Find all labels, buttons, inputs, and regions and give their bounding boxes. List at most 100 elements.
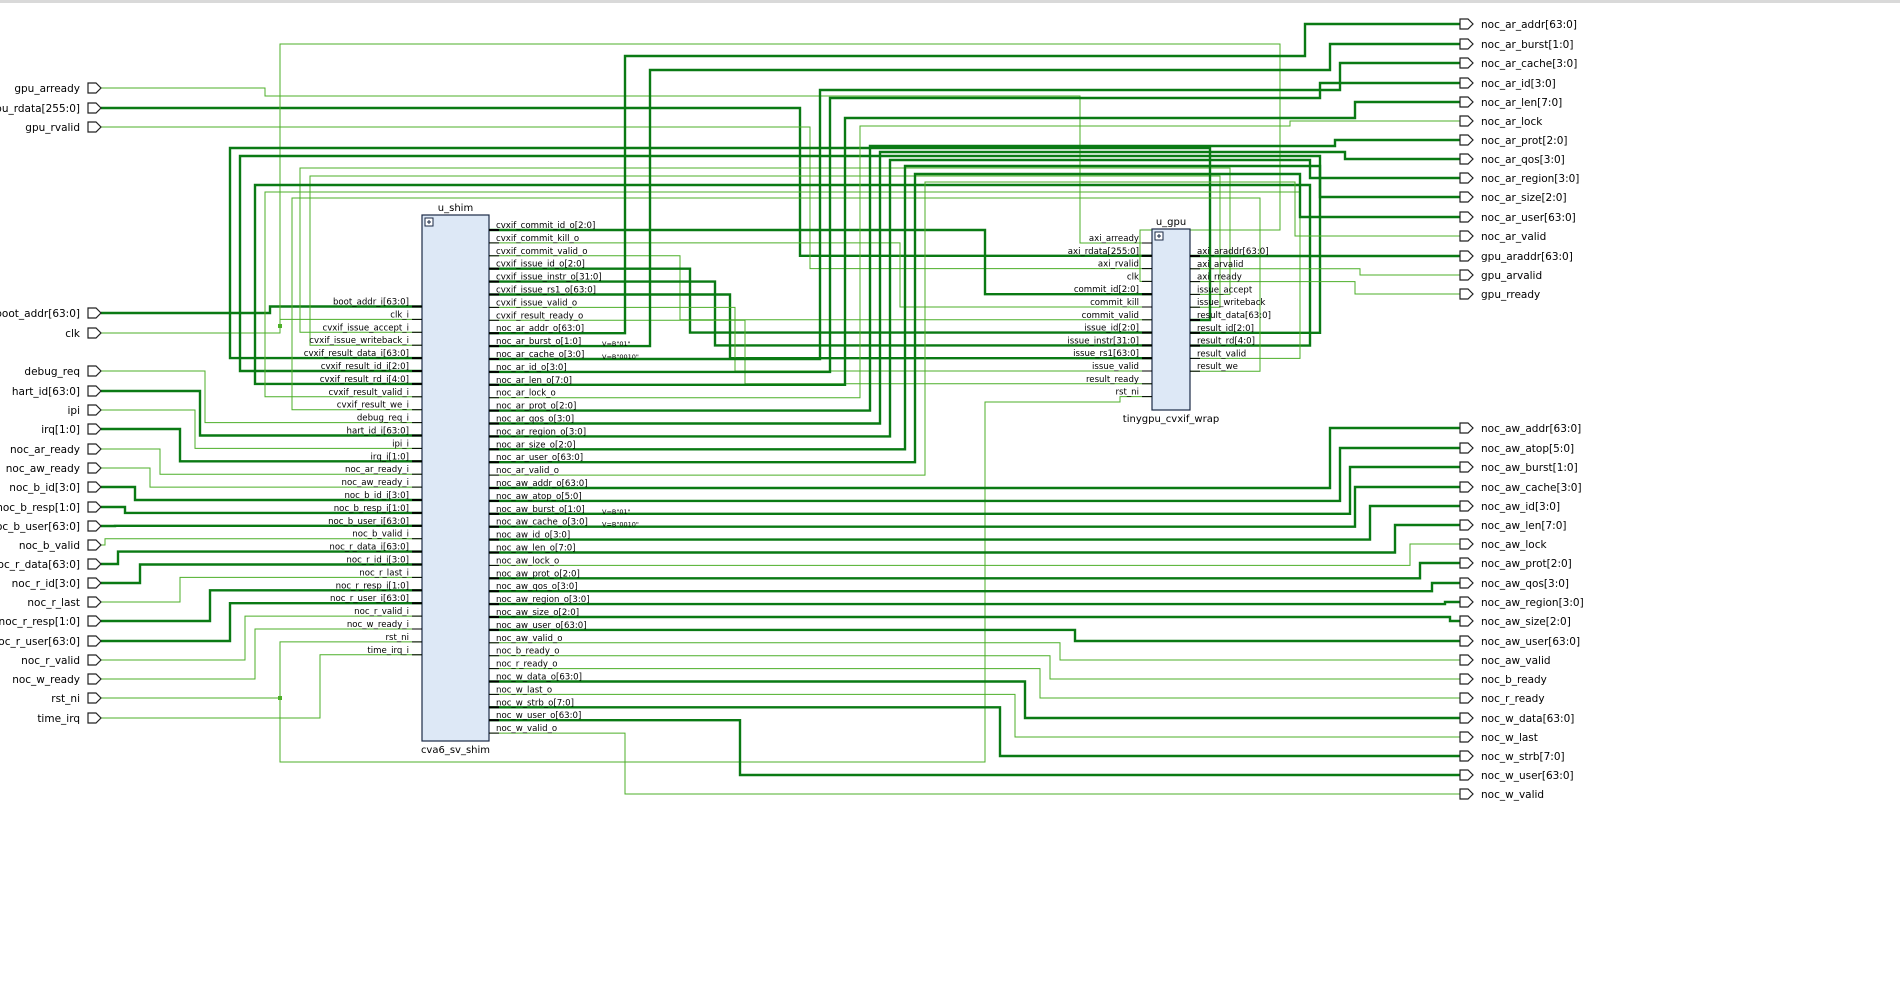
port-label: gpu_rvalid xyxy=(25,122,80,134)
output-pin-noc-ar-lock-o: noc_ar_lock_o xyxy=(496,389,556,399)
output-port-noc-r-ready[interactable]: noc_r_ready xyxy=(1459,692,1545,705)
output-port-noc-aw-atop-5-0[interactable]: noc_aw_atop[5:0] xyxy=(1459,442,1574,455)
input-port-noc-b-user-63-0[interactable]: noc_b_user[63:0] xyxy=(0,520,102,533)
schematic-canvas[interactable]: u_shim cva6_sv_shim boot_addr_i[63:0] clk_i… xyxy=(0,0,1900,986)
output-port-noc-aw-valid[interactable]: noc_aw_valid xyxy=(1459,654,1551,667)
input-port-noc-r-data-63-0[interactable]: noc_r_data[63:0] xyxy=(0,558,102,571)
input-port-rst-ni[interactable]: rst_ni xyxy=(51,692,102,705)
input-pin-cvxif-issue-accept-i: cvxif_issue_accept_i xyxy=(323,323,410,333)
output-port-noc-ar-valid[interactable]: noc_ar_valid xyxy=(1459,230,1546,243)
output-port-noc-w-strb-7-0[interactable]: noc_w_strb[7:0] xyxy=(1459,750,1565,763)
output-port-gpu-araddr-63-0[interactable]: gpu_araddr[63:0] xyxy=(1459,250,1573,263)
wire-noc-ar-valid[interactable] xyxy=(489,181,1460,476)
shim-block-body[interactable] xyxy=(421,214,490,742)
output-port-noc-aw-burst-1-0[interactable]: noc_aw_burst[1:0] xyxy=(1459,461,1578,474)
output-port-gpu-rready[interactable]: gpu_rready xyxy=(1459,288,1540,301)
output-port-noc-ar-cache-3-0[interactable]: noc_ar_cache[3:0] xyxy=(1459,57,1577,70)
input-port-gpu-rvalid[interactable]: gpu_rvalid xyxy=(25,121,102,134)
wire-noc-w-user-63-0[interactable] xyxy=(489,719,1460,777)
output-port-noc-aw-qos-3-0[interactable]: noc_aw_qos[3:0] xyxy=(1459,577,1569,590)
output-port-noc-ar-region-3-0[interactable]: noc_ar_region[3:0] xyxy=(1459,172,1579,185)
output-port-noc-aw-user-63-0[interactable]: noc_aw_user[63:0] xyxy=(1459,635,1580,648)
output-port-arrow-icon xyxy=(1459,692,1474,704)
input-port-debug-req[interactable]: debug_req xyxy=(24,365,102,378)
wire-noc-ar-prot-2-0[interactable] xyxy=(489,138,1460,412)
output-port-noc-aw-prot-2-0[interactable]: noc_aw_prot[2:0] xyxy=(1459,557,1572,570)
output-port-arrow-icon xyxy=(1459,712,1474,724)
wire-noc-aw-qos-3-0[interactable] xyxy=(489,581,1460,593)
wire-noc-aw-size-2-0[interactable] xyxy=(489,615,1460,623)
output-port-noc-ar-size-2-0[interactable]: noc_ar_size[2:0] xyxy=(1459,191,1567,204)
input-port-gpu-arready[interactable]: gpu_arready xyxy=(14,82,102,95)
input-port-clk[interactable]: clk xyxy=(65,327,102,340)
wire-noc-ar-qos-3-0[interactable] xyxy=(489,150,1460,425)
output-port-noc-aw-cache-3-0[interactable]: noc_aw_cache[3:0] xyxy=(1459,481,1582,494)
output-port-noc-ar-prot-2-0[interactable]: noc_ar_prot[2:0] xyxy=(1459,134,1568,147)
output-port-noc-ar-addr-63-0[interactable]: noc_ar_addr[63:0] xyxy=(1459,18,1577,31)
gpu-block-body[interactable] xyxy=(1151,228,1191,411)
output-port-noc-w-last[interactable]: noc_w_last xyxy=(1459,731,1538,744)
input-port-irq-1-0[interactable]: irq[1:0] xyxy=(41,423,102,436)
input-port-noc-ar-ready[interactable]: noc_ar_ready xyxy=(10,443,102,456)
output-port-noc-ar-qos-3-0[interactable]: noc_ar_qos[3:0] xyxy=(1459,153,1565,166)
port-label: noc_w_valid xyxy=(1481,789,1544,801)
port-label: noc_ar_burst[1:0] xyxy=(1481,39,1573,51)
input-port-hart-id-63-0[interactable]: hart_id[63:0] xyxy=(12,385,102,398)
wire-noc-b-ready[interactable] xyxy=(489,655,1460,680)
input-port-noc-b-valid[interactable]: noc_b_valid xyxy=(19,539,102,552)
output-port-noc-aw-id-3-0[interactable]: noc_aw_id[3:0] xyxy=(1459,500,1560,513)
input-port-noc-b-id-3-0[interactable]: noc_b_id[3:0] xyxy=(9,481,102,494)
output-port-noc-w-user-63-0[interactable]: noc_w_user[63:0] xyxy=(1459,769,1574,782)
wire-time-irq[interactable] xyxy=(101,654,422,719)
output-port-noc-aw-addr-63-0[interactable]: noc_aw_addr[63:0] xyxy=(1459,422,1581,435)
output-port-noc-ar-burst-1-0[interactable]: noc_ar_burst[1:0] xyxy=(1459,38,1573,51)
wire-noc-w-strb-7-0[interactable] xyxy=(489,706,1460,758)
output-port-noc-aw-lock[interactable]: noc_aw_lock xyxy=(1459,538,1547,551)
output-pin-noc-ar-qos-o-3-0: noc_ar_qos_o[3:0] xyxy=(496,415,574,425)
output-port-noc-aw-size-2-0[interactable]: noc_aw_size[2:0] xyxy=(1459,615,1571,628)
port-label: noc_aw_burst[1:0] xyxy=(1481,462,1578,474)
wire-noc-ar-region-3-0[interactable] xyxy=(489,158,1460,438)
output-port-noc-b-ready[interactable]: noc_b_ready xyxy=(1459,673,1547,686)
input-port-boot-addr-63-0[interactable]: boot_addr[63:0] xyxy=(0,307,102,320)
input-port-gpu-rdata-255-0[interactable]: gpu_rdata[255:0] xyxy=(0,102,102,115)
gpu-block[interactable]: u_gpu tinygpu_cvxif_wrap axi_arready axi_rd… xyxy=(1067,217,1271,425)
input-pin-issue-valid: issue_valid xyxy=(1092,362,1139,372)
wire-noc-aw-region-3-0[interactable] xyxy=(489,600,1460,606)
input-port-noc-r-resp-1-0[interactable]: noc_r_resp[1:0] xyxy=(0,615,102,628)
input-port-noc-aw-ready[interactable]: noc_aw_ready xyxy=(6,462,102,475)
output-pin-noc-ar-len-o-7-0: noc_ar_len_o[7:0] xyxy=(496,376,572,386)
input-port-noc-b-resp-1-0[interactable]: noc_b_resp[1:0] xyxy=(0,501,102,514)
output-port-noc-ar-lock[interactable]: noc_ar_lock xyxy=(1459,115,1543,128)
wire-noc-w-last[interactable] xyxy=(489,693,1460,738)
wire-noc-aw-user-63-0[interactable] xyxy=(489,628,1460,643)
wire-noc-aw-atop-5-0[interactable] xyxy=(489,446,1460,503)
output-port-noc-ar-user-63-0[interactable]: noc_ar_user[63:0] xyxy=(1459,211,1576,224)
wire-noc-aw-burst-1-0[interactable] xyxy=(489,465,1460,515)
wire-noc-w-valid[interactable] xyxy=(489,732,1460,795)
input-port-noc-r-last[interactable]: noc_r_last xyxy=(27,596,102,609)
input-port-noc-r-valid[interactable]: noc_r_valid xyxy=(21,654,102,667)
output-pin-result-id-2-0: result_id[2:0] xyxy=(1197,324,1254,334)
input-port-noc-w-ready[interactable]: noc_w_ready xyxy=(12,673,102,686)
wire-noc-aw-valid[interactable] xyxy=(489,642,1460,661)
output-port-noc-w-data-63-0[interactable]: noc_w_data[63:0] xyxy=(1459,712,1574,725)
input-port-ipi[interactable]: ipi xyxy=(68,404,102,417)
input-port-noc-r-id-3-0[interactable]: noc_r_id[3:0] xyxy=(12,577,102,590)
output-port-noc-ar-id-3-0[interactable]: noc_ar_id[3:0] xyxy=(1459,77,1556,90)
output-port-noc-aw-region-3-0[interactable]: noc_aw_region[3:0] xyxy=(1459,596,1584,609)
wire-noc-w-data-63-0[interactable] xyxy=(489,680,1460,720)
output-port-noc-ar-len-7-0[interactable]: noc_ar_len[7:0] xyxy=(1459,96,1562,109)
shim-block[interactable]: u_shim cva6_sv_shim boot_addr_i[63:0] clk_i… xyxy=(304,203,639,756)
output-port-noc-w-valid[interactable]: noc_w_valid xyxy=(1459,788,1544,801)
port-label: debug_req xyxy=(24,366,80,378)
input-port-arrow-icon xyxy=(87,520,102,532)
output-port-noc-aw-len-7-0[interactable]: noc_aw_len[7:0] xyxy=(1459,519,1567,532)
wire-noc-aw-lock[interactable] xyxy=(489,543,1460,566)
input-port-noc-r-user-63-0[interactable]: noc_r_user[63:0] xyxy=(0,635,102,648)
output-port-gpu-arvalid[interactable]: gpu_arvalid xyxy=(1459,269,1542,282)
wire-noc-ar-user-63-0[interactable] xyxy=(489,172,1460,464)
wire-noc-r-ready[interactable] xyxy=(489,668,1460,699)
wire-layer xyxy=(101,22,1460,795)
input-port-time-irq[interactable]: time_irq xyxy=(37,712,102,725)
